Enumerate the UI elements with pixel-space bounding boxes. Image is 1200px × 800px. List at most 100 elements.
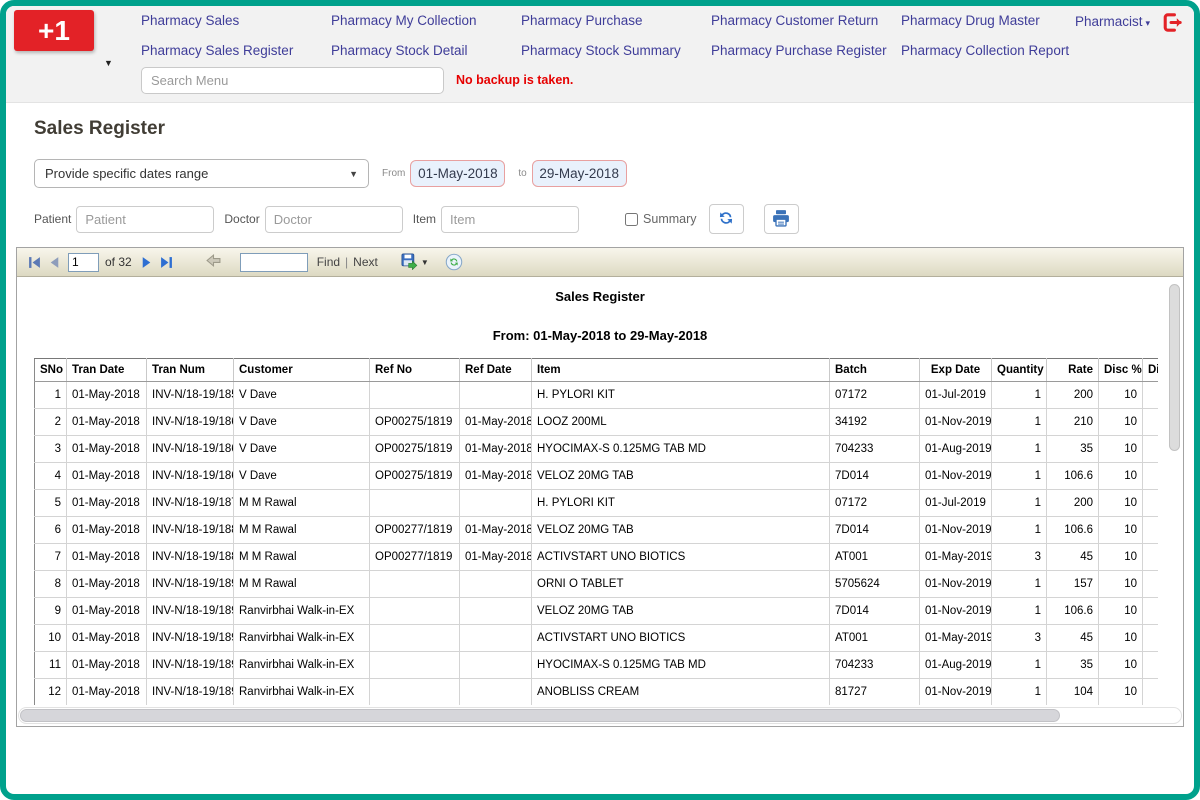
print-button[interactable] <box>764 204 799 234</box>
nav-pharmacy-collection-report[interactable]: Pharmacy Collection Report <box>901 43 1091 58</box>
find-link[interactable]: Find <box>317 255 340 269</box>
nav-pharmacy-stock-summary[interactable]: Pharmacy Stock Summary <box>521 43 711 58</box>
export-button[interactable]: ▼ <box>400 252 429 273</box>
nav-pharmacy-customer-return[interactable]: Pharmacy Customer Return <box>711 13 901 28</box>
report-cell: 704233 <box>830 436 920 463</box>
from-date-field[interactable] <box>410 160 505 187</box>
doctor-label: Doctor <box>224 212 259 226</box>
patient-field[interactable] <box>76 206 214 233</box>
nav-pharmacy-drug-master[interactable]: Pharmacy Drug Master <box>901 13 1091 28</box>
report-cell: 01-May-2019 <box>920 544 992 571</box>
report-cell: INV-N/18-19/187 <box>147 490 234 517</box>
item-field[interactable] <box>441 206 579 233</box>
report-cell: 01-May-2018 <box>67 382 147 409</box>
report-cell <box>1143 463 1159 490</box>
report-cell: AT001 <box>830 625 920 652</box>
column-header: Rate <box>1047 359 1099 382</box>
report-cell: OP00275/1819 <box>370 463 460 490</box>
report-cell: Ranvirbhai Walk-in-EX <box>234 652 370 679</box>
report-cell: 3 <box>35 436 67 463</box>
next-link[interactable]: Next <box>353 255 378 269</box>
to-date-field[interactable] <box>532 160 627 187</box>
last-page-button[interactable] <box>160 256 173 269</box>
report-cell: 01-Nov-2019 <box>920 517 992 544</box>
report-cell: 7D014 <box>830 598 920 625</box>
nav-row-2: Pharmacy Sales Register Pharmacy Stock D… <box>141 43 1091 58</box>
next-page-button[interactable] <box>140 256 153 269</box>
report-cell: 12 <box>35 679 67 706</box>
report-cell: 10 <box>1099 625 1143 652</box>
report-cell: INV-N/18-19/189 <box>147 652 234 679</box>
report-cell: 10 <box>1099 544 1143 571</box>
logout-icon[interactable] <box>1161 11 1184 39</box>
column-header: Disc % <box>1099 359 1143 382</box>
date-range-select[interactable]: Provide specific dates range ▼ <box>34 159 369 188</box>
report-cell: H. PYLORI KIT <box>532 382 830 409</box>
page-number-input[interactable] <box>68 253 99 272</box>
report-cell <box>1143 598 1159 625</box>
report-cell: 1 <box>992 571 1047 598</box>
report-cell: 157 <box>1047 571 1099 598</box>
report-cell: M M Rawal <box>234 571 370 598</box>
report-cell: M M Rawal <box>234 490 370 517</box>
nav-pharmacy-sales-register[interactable]: Pharmacy Sales Register <box>141 43 331 58</box>
menu-toggle-icon[interactable]: ▼ <box>104 58 113 68</box>
column-header: Ref No <box>370 359 460 382</box>
report-cell: 10 <box>1099 490 1143 517</box>
summary-checkbox[interactable] <box>625 213 638 226</box>
report-cell <box>1143 490 1159 517</box>
report-cell: 01-Aug-2019 <box>920 652 992 679</box>
report-cell: VELOZ 20MG TAB <box>532 598 830 625</box>
refresh-button[interactable] <box>709 204 744 234</box>
app-window: +1 ▼ Pharmacy Sales Pharmacy My Collecti… <box>0 0 1200 800</box>
report-cell: 10 <box>1099 436 1143 463</box>
nav-pharmacy-my-collection[interactable]: Pharmacy My Collection <box>331 13 521 28</box>
report-cell: 01-May-2018 <box>67 544 147 571</box>
vertical-scrollbar[interactable] <box>1169 284 1180 451</box>
table-row: 501-May-2018INV-N/18-19/187M M RawalH. P… <box>35 490 1159 517</box>
report-refresh-icon[interactable] <box>445 253 463 271</box>
report-cell: Ranvirbhai Walk-in-EX <box>234 679 370 706</box>
report-cell: 1 <box>35 382 67 409</box>
report-cell: 10 <box>35 625 67 652</box>
report-cell: 01-May-2018 <box>460 436 532 463</box>
report-cell: 07172 <box>830 382 920 409</box>
report-cell: 1 <box>992 463 1047 490</box>
report-cell: 10 <box>1099 679 1143 706</box>
column-header: Batch <box>830 359 920 382</box>
doctor-field[interactable] <box>265 206 403 233</box>
report-cell: 01-May-2018 <box>460 463 532 490</box>
nav-row-1: Pharmacy Sales Pharmacy My Collection Ph… <box>141 13 1091 28</box>
report-cell <box>460 625 532 652</box>
user-menu[interactable]: Pharmacist▾ <box>1075 14 1150 29</box>
find-next-links: Find|Next <box>317 255 378 269</box>
report-cell: 9 <box>35 598 67 625</box>
nav-pharmacy-stock-detail[interactable]: Pharmacy Stock Detail <box>331 43 521 58</box>
nav-pharmacy-sales[interactable]: Pharmacy Sales <box>141 13 331 28</box>
report-cell: OP00275/1819 <box>370 436 460 463</box>
back-to-parent-icon[interactable] <box>206 254 221 270</box>
report-cell: ORNI O TABLET <box>532 571 830 598</box>
report-cell <box>370 679 460 706</box>
search-input[interactable] <box>141 67 444 94</box>
report-cell: 01-Nov-2019 <box>920 598 992 625</box>
chevron-down-icon: ▼ <box>421 258 429 267</box>
report-cell: INV-N/18-19/189 <box>147 598 234 625</box>
horizontal-scrollbar-track[interactable] <box>18 707 1182 724</box>
horizontal-scrollbar-thumb[interactable] <box>20 709 1060 722</box>
report-cell <box>460 679 532 706</box>
column-header: Ref Date <box>460 359 532 382</box>
report-cell: 01-May-2018 <box>67 490 147 517</box>
report-cell: ANOBLISS CREAM <box>532 679 830 706</box>
report-cell: 01-May-2018 <box>67 409 147 436</box>
page-title: Sales Register <box>34 118 1194 140</box>
report-cell: M M Rawal <box>234 544 370 571</box>
previous-page-button[interactable] <box>48 256 61 269</box>
nav-pharmacy-purchase[interactable]: Pharmacy Purchase <box>521 13 711 28</box>
table-row: 301-May-2018INV-N/18-19/186V DaveOP00275… <box>35 436 1159 463</box>
report-cell: Ranvirbhai Walk-in-EX <box>234 625 370 652</box>
first-page-button[interactable] <box>28 256 41 269</box>
find-text-input[interactable] <box>240 253 308 272</box>
report-cell: 106.6 <box>1047 598 1099 625</box>
nav-pharmacy-purchase-register[interactable]: Pharmacy Purchase Register <box>711 43 901 58</box>
